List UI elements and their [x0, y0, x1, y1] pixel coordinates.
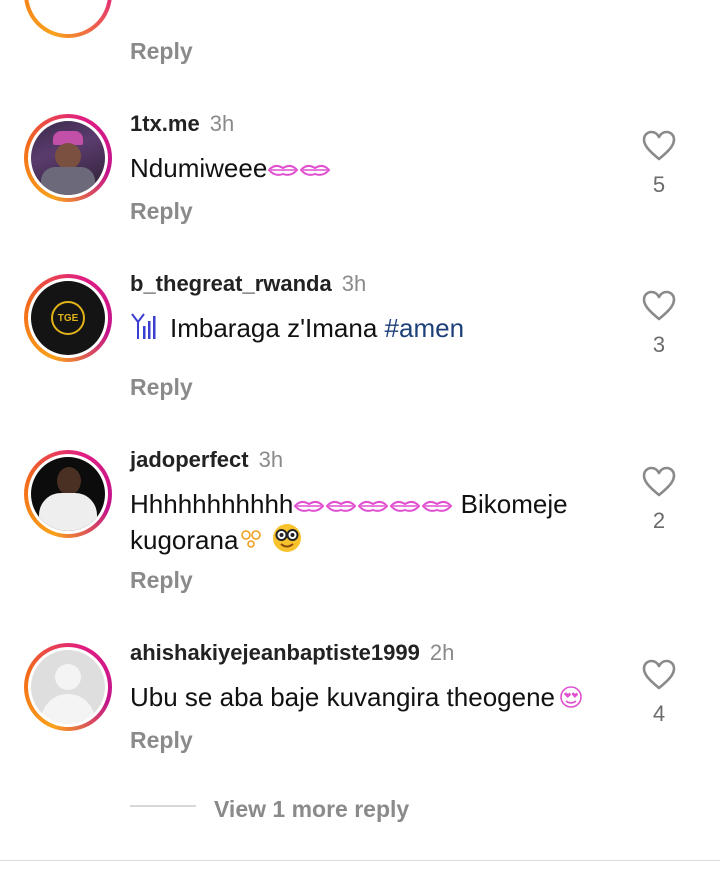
kiss-lips-icon: [267, 153, 299, 187]
avatar[interactable]: TGE: [24, 274, 112, 362]
replies-divider: [130, 805, 196, 807]
comment-header: b_thegreat_rwanda 3h: [130, 271, 366, 297]
heart-icon[interactable]: [642, 290, 676, 322]
timestamp: 2h: [429, 640, 455, 665]
username[interactable]: b_thegreat_rwanda: [130, 271, 332, 296]
brand-logo: TGE: [57, 312, 79, 324]
avatar[interactable]: [24, 643, 112, 731]
like-count: 3: [652, 332, 666, 357]
timestamp: 3h: [258, 447, 284, 472]
hashtag-link[interactable]: #amen: [385, 313, 465, 343]
avatar[interactable]: [24, 114, 112, 202]
reply-button[interactable]: Reply: [130, 567, 193, 594]
comment-header: 1tx.me 3h: [130, 111, 234, 137]
reply-button[interactable]: Reply: [130, 198, 193, 225]
heart-icon[interactable]: [642, 659, 676, 691]
signal-antenna-icon: [130, 312, 160, 348]
heart-icon[interactable]: [642, 466, 676, 498]
comment-text: Ndumiweee: [130, 151, 331, 187]
kiss-lips-icon: [357, 489, 389, 523]
timestamp: 3h: [341, 271, 367, 296]
kiss-lips-icon: [325, 489, 357, 523]
username[interactable]: jadoperfect: [130, 447, 249, 472]
like-count: 5: [652, 172, 666, 197]
nerd-face-icon: [272, 523, 302, 561]
kiss-lips-icon: [293, 489, 325, 523]
bottom-separator: [0, 860, 720, 861]
heart-eyes-icon: [559, 682, 583, 716]
heart-icon[interactable]: [642, 130, 676, 162]
username[interactable]: ahishakiyejeanbaptiste1999: [130, 640, 420, 665]
comment-text: Hhhhhhhhhhh Bikomeje kugorana: [130, 487, 620, 561]
view-more-replies-button[interactable]: View 1 more reply: [214, 796, 409, 823]
avatar[interactable]: [24, 450, 112, 538]
comment-header: jadoperfect 3h: [130, 447, 283, 473]
kiss-lips-icon: [299, 153, 331, 187]
like-count: 4: [652, 701, 666, 726]
timestamp: 3h: [209, 111, 235, 136]
comment-header: ahishakiyejeanbaptiste1999 2h: [130, 640, 454, 666]
reply-button[interactable]: Reply: [130, 38, 193, 65]
partial-avatar-ring: [24, 0, 112, 38]
reply-button[interactable]: Reply: [130, 727, 193, 754]
reply-button[interactable]: Reply: [130, 374, 193, 401]
kiss-lips-icon: [389, 489, 421, 523]
like-count: 2: [652, 508, 666, 533]
username[interactable]: 1tx.me: [130, 111, 200, 136]
kiss-lips-icon: [421, 489, 453, 523]
face-icon: [238, 525, 264, 559]
comment-text: Ubu se aba baje kuvangira theogene: [130, 680, 583, 716]
comment-text: Imbaraga z'Imana #amen: [130, 311, 464, 348]
